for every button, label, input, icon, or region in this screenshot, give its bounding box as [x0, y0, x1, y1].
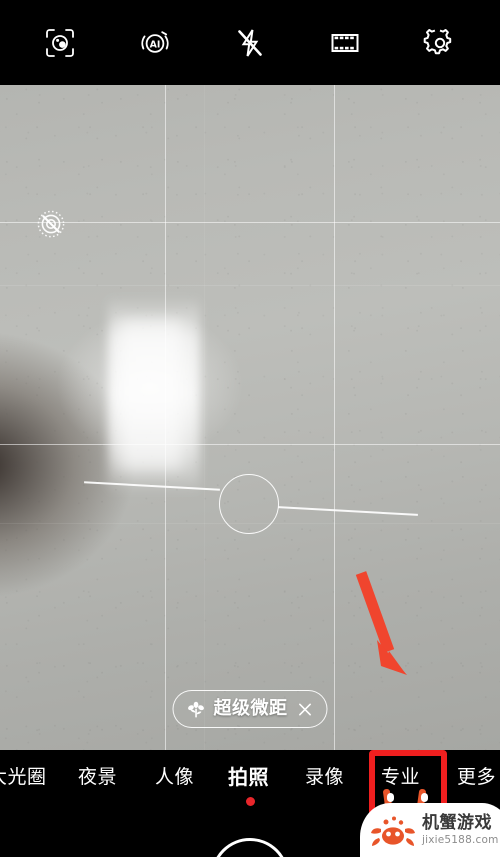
grid-line-vertical-1: [165, 85, 166, 750]
camera-top-toolbar: AI: [0, 0, 500, 85]
super-macro-pill[interactable]: 超级微距: [172, 690, 328, 728]
mode-pro[interactable]: 专业: [381, 768, 420, 787]
mode-large-aperture[interactable]: 大光圈: [0, 768, 47, 787]
settings-gear-icon[interactable]: [414, 17, 466, 69]
close-icon[interactable]: [298, 702, 313, 717]
mode-photo[interactable]: 拍照: [228, 767, 269, 787]
scene-tile-seam: [0, 523, 500, 524]
camera-viewfinder[interactable]: 超级微距 1x: [0, 85, 500, 750]
level-indicator-line-left: [84, 481, 220, 491]
filmstrip-icon[interactable]: [319, 17, 371, 69]
mode-portrait[interactable]: 人像: [155, 768, 194, 787]
camera-app-screen: AI 超级微距 光圈 夜景 人像 拍照 录像 专业 更多 机蟹游戏 jixie5…: [0, 0, 500, 857]
scene-tile-seam: [204, 85, 205, 750]
active-mode-indicator: [246, 797, 255, 806]
grid-line-horizontal-1: [0, 222, 500, 223]
level-indicator-circle: [219, 474, 279, 534]
surface-texture: [0, 85, 500, 750]
mode-night[interactable]: 夜景: [78, 768, 117, 787]
mode-more[interactable]: 更多: [457, 768, 496, 787]
ai-mode-icon[interactable]: AI: [129, 17, 181, 69]
mode-video[interactable]: 录像: [305, 768, 344, 787]
level-indicator-line-right: [278, 506, 418, 516]
flower-icon: [187, 700, 206, 719]
macro-off-icon[interactable]: [34, 207, 68, 241]
flash-off-icon[interactable]: [224, 17, 276, 69]
super-macro-label: 超级微距: [213, 698, 288, 719]
light-reflection-core: [120, 320, 182, 470]
grid-line-vertical-2: [334, 85, 335, 750]
light-reflection: [108, 295, 200, 495]
ai-scene-detect-icon[interactable]: [34, 17, 86, 69]
scene-tile-seam: [0, 285, 500, 286]
grid-line-horizontal-2: [0, 444, 500, 445]
mode-list: 大光圈 夜景 人像 拍照 录像 专业 更多: [0, 750, 500, 806]
svg-text:AI: AI: [149, 39, 160, 50]
